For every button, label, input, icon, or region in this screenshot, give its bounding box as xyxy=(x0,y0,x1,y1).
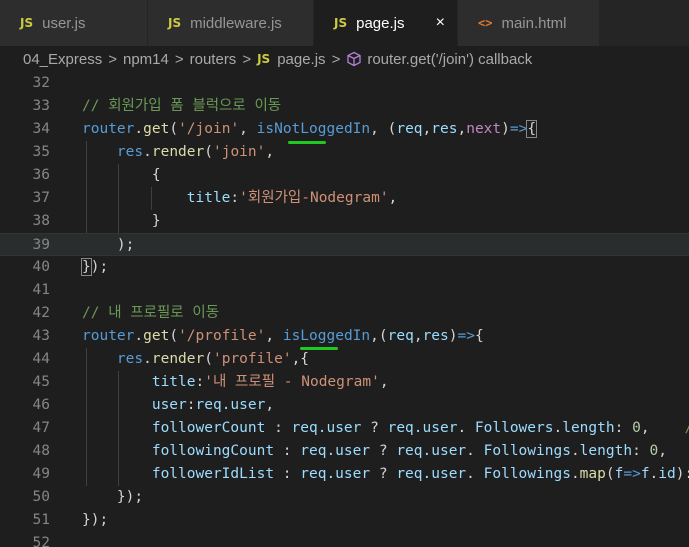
breadcrumb-item-folder[interactable]: 04_Express xyxy=(23,51,102,68)
breadcrumb-item-file[interactable]: page.js xyxy=(277,51,325,68)
code-line: 48 followingCount : req.user ? req.user.… xyxy=(32,443,667,459)
code-line: 52 xyxy=(32,535,50,547)
annotation-underline xyxy=(300,347,338,350)
code-line: 35 res.render('join', xyxy=(32,144,275,160)
code-line: 50 }); xyxy=(32,489,144,505)
code-line: 41 xyxy=(32,282,50,298)
tab-label: middleware.js xyxy=(190,14,282,32)
annotation-underline xyxy=(288,141,326,144)
breadcrumb-item-folder[interactable]: npm14 xyxy=(123,51,169,68)
code-line: 32 xyxy=(32,75,50,91)
breadcrumb: 04_Express > npm14 > routers > JS page.j… xyxy=(0,46,689,72)
code-editor[interactable]: 32 33// 회원가입 폼 블럭으로 이동 34 router.get('/jo… xyxy=(0,72,689,547)
chevron-right-icon: > xyxy=(108,50,117,68)
tab-page-js[interactable]: JS page.js × xyxy=(314,0,458,46)
code-line: 43 router.get('/profile', isLoggedIn,(req… xyxy=(32,328,484,344)
tab-label: user.js xyxy=(42,14,86,32)
breadcrumb-item-folder[interactable]: routers xyxy=(190,51,237,68)
code-line: 51}); xyxy=(32,512,109,528)
close-icon[interactable]: × xyxy=(436,14,445,32)
code-line: 34 router.get('/join', isNotLoggedIn, (re… xyxy=(32,120,538,138)
code-line: 42// 내 프로필로 이동 xyxy=(32,305,220,321)
code-line: 40}); xyxy=(32,258,109,276)
breadcrumb-item-symbol[interactable]: router.get('/join') callback xyxy=(367,51,532,68)
code-line: 36 { xyxy=(32,167,161,183)
editor-tab-bar: JS user.js JS middleware.js JS page.js ×… xyxy=(0,0,689,46)
code-line: 49 followerIdList : req.user ? req.user.… xyxy=(32,466,689,482)
chevron-right-icon: > xyxy=(174,50,184,68)
code-line: 37 title:'회원가입-Nodegram', xyxy=(32,190,398,206)
html-file-icon: <> xyxy=(478,16,493,30)
code-line: 45 title:'내 프로필 - Nodegram', xyxy=(32,374,389,390)
tab-user-js[interactable]: JS user.js xyxy=(0,0,148,46)
js-file-icon: JS xyxy=(334,16,348,30)
js-file-icon: JS xyxy=(257,52,271,66)
code-line: 46 user:req.user, xyxy=(32,397,275,413)
code-line-current: 39 ); xyxy=(0,233,689,256)
chevron-right-icon: > xyxy=(242,50,252,68)
chevron-right-icon: > xyxy=(331,50,341,68)
js-file-icon: JS xyxy=(20,16,34,30)
code-line: 38 } xyxy=(32,213,161,229)
tab-label: page.js xyxy=(356,14,405,32)
code-line: 33// 회원가입 폼 블럭으로 이동 xyxy=(32,98,282,114)
tab-middleware-js[interactable]: JS middleware.js xyxy=(148,0,314,46)
js-file-icon: JS xyxy=(168,16,182,30)
code-line: 44 res.render('profile',{ xyxy=(32,351,310,367)
method-cube-icon xyxy=(346,51,362,67)
tab-label: main.html xyxy=(501,14,567,32)
code-line: 47 followerCount : req.user ? req.user. … xyxy=(32,420,689,436)
tab-main-html[interactable]: <> main.html xyxy=(458,0,600,46)
